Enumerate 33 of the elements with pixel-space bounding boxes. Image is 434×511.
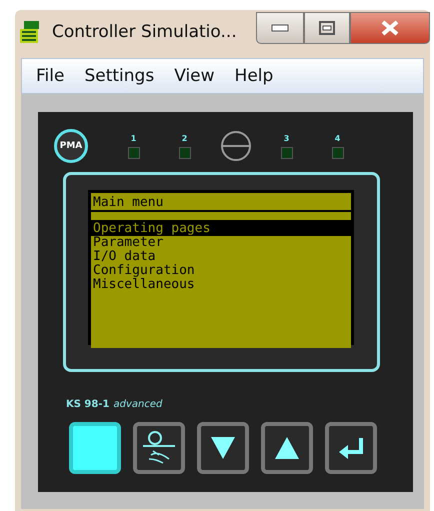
menu-item[interactable]: Settings: [74, 66, 164, 86]
display-menu-item[interactable]: Configuration: [91, 264, 351, 278]
minimize-icon: [271, 24, 289, 32]
enter-key[interactable]: [325, 422, 377, 474]
model-name: KS 98-1: [66, 399, 110, 410]
minimize-button[interactable]: [256, 12, 304, 44]
half-circle-icon: [220, 130, 252, 162]
close-icon: [380, 20, 400, 36]
down-triangle-icon: [210, 436, 236, 460]
maximize-icon: [319, 21, 335, 35]
display-menu-item[interactable]: Miscellaneous: [91, 278, 351, 292]
led-label: 3: [284, 134, 290, 142]
led-label: 4: [334, 134, 340, 142]
menu-item[interactable]: File: [26, 66, 74, 86]
maximize-button[interactable]: [304, 12, 350, 44]
menu-item[interactable]: Help: [224, 66, 284, 86]
display-menu-item[interactable]: Operating pages: [91, 222, 354, 236]
close-button[interactable]: [350, 12, 430, 44]
window-title: Controller Simulatio...: [52, 22, 237, 42]
display-title: Main menu: [91, 196, 351, 212]
logo-icon: PMA: [54, 129, 88, 163]
model-variant: advanced: [113, 399, 162, 410]
up-triangle-icon: [274, 436, 300, 460]
app-icon: [18, 19, 40, 45]
led-label: 2: [182, 134, 188, 142]
led-label: 1: [130, 134, 136, 142]
down-key[interactable]: [197, 422, 249, 474]
display-menu-item[interactable]: Parameter: [91, 236, 351, 250]
menu-item[interactable]: View: [164, 66, 225, 86]
up-key[interactable]: [261, 422, 313, 474]
enter-arrow-icon: [337, 436, 365, 460]
manual-key[interactable]: [133, 422, 185, 474]
display-menu-item[interactable]: I/O data: [91, 250, 351, 264]
